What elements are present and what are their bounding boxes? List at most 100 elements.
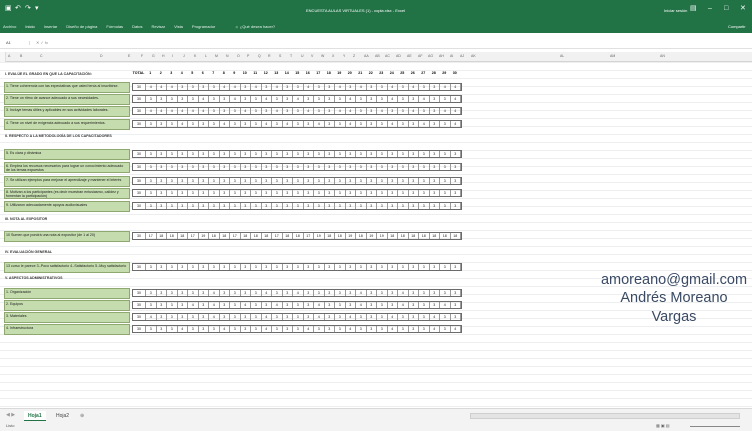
response-cell[interactable]: 3 — [188, 151, 199, 157]
response-cell[interactable]: 3 — [440, 178, 451, 184]
response-cell[interactable]: 3 — [388, 151, 398, 157]
response-cell[interactable]: 3 — [314, 203, 325, 209]
response-cell[interactable]: 3 — [283, 290, 293, 296]
row-total[interactable]: 30 — [133, 264, 146, 270]
response-cell[interactable]: 4 — [346, 121, 356, 127]
response-cell[interactable]: 3 — [451, 314, 461, 320]
response-cell[interactable]: 3 — [146, 121, 157, 127]
response-cell[interactable]: 3 — [293, 203, 304, 209]
ribbon-tab-2[interactable]: Insertar — [44, 25, 58, 29]
response-cell[interactable]: 18 — [157, 233, 167, 239]
response-cell[interactable]: 3 — [388, 178, 398, 184]
response-cell[interactable]: 3 — [230, 314, 241, 320]
response-cell[interactable]: 3 — [409, 264, 419, 270]
response-cell[interactable]: 3 — [388, 108, 398, 114]
response-cell[interactable]: 3 — [293, 190, 304, 196]
response-cell[interactable]: 3 — [262, 108, 272, 114]
response-cell[interactable]: 3 — [199, 314, 209, 320]
response-cell[interactable]: 3 — [283, 190, 293, 196]
response-cell[interactable]: 3 — [451, 164, 461, 170]
response-cell[interactable]: 4 — [430, 314, 440, 320]
column-header[interactable]: Z — [353, 54, 355, 59]
response-cell[interactable]: 3 — [367, 264, 377, 270]
row-total[interactable]: 30 — [133, 290, 146, 296]
response-cell[interactable]: 17 — [304, 233, 314, 239]
response-cell[interactable]: 3 — [188, 178, 199, 184]
response-cell[interactable]: 3 — [325, 151, 335, 157]
row-total[interactable]: 30 — [133, 190, 146, 196]
response-cell[interactable]: 3 — [241, 164, 251, 170]
response-cell[interactable]: 3 — [146, 178, 157, 184]
response-cell[interactable]: 3 — [304, 264, 314, 270]
response-cell[interactable]: 3 — [199, 178, 209, 184]
response-cell[interactable]: 3 — [314, 151, 325, 157]
response-cell[interactable]: 3 — [409, 290, 419, 296]
response-cell[interactable]: 3 — [220, 264, 230, 270]
response-cell[interactable]: 3 — [272, 290, 283, 296]
response-cell[interactable]: 3 — [346, 164, 356, 170]
response-cell[interactable]: 4 — [209, 314, 220, 320]
response-cell[interactable]: 3 — [430, 151, 440, 157]
response-cell[interactable]: 3 — [409, 121, 419, 127]
response-cell[interactable]: 4 — [241, 302, 251, 308]
response-cell[interactable]: 3 — [199, 164, 209, 170]
response-cell[interactable]: 3 — [388, 302, 398, 308]
response-cell[interactable]: 3 — [188, 84, 199, 90]
column-header[interactable]: K — [194, 54, 196, 59]
response-cell[interactable]: 3 — [377, 151, 388, 157]
response-cell[interactable]: 3 — [146, 164, 157, 170]
response-cell[interactable]: 3 — [251, 203, 262, 209]
response-cell[interactable]: 3 — [251, 121, 262, 127]
response-cell[interactable]: 3 — [314, 164, 325, 170]
response-cell[interactable]: 18 — [293, 233, 304, 239]
response-cell[interactable]: 4 — [451, 96, 461, 102]
response-cell[interactable]: 3 — [178, 203, 188, 209]
response-cell[interactable]: 3 — [398, 326, 409, 332]
undo-icon[interactable]: ↶ — [15, 5, 21, 12]
response-cell[interactable]: 18 — [398, 233, 409, 239]
response-cell[interactable]: 3 — [220, 302, 230, 308]
response-cell[interactable]: 3 — [251, 290, 262, 296]
column-header[interactable]: AL — [560, 54, 564, 59]
column-header[interactable]: A — [8, 54, 10, 59]
response-cell[interactable]: 3 — [367, 290, 377, 296]
response-cell[interactable]: 3 — [419, 290, 430, 296]
row-total[interactable]: 30 — [133, 326, 146, 332]
response-cell[interactable]: 3 — [146, 203, 157, 209]
response-cell[interactable]: 3 — [430, 203, 440, 209]
column-header[interactable]: AB — [375, 54, 380, 59]
response-cell[interactable]: 3 — [157, 314, 167, 320]
column-header[interactable]: W — [321, 54, 324, 59]
response-cell[interactable]: 3 — [367, 96, 377, 102]
formula-buttons[interactable]: ✕ ✓ fx — [36, 41, 48, 45]
response-cell[interactable]: 3 — [304, 290, 314, 296]
row-total[interactable]: 30 — [133, 96, 146, 102]
response-cell[interactable]: 3 — [409, 203, 419, 209]
response-cell[interactable]: 3 — [230, 178, 241, 184]
response-cell[interactable]: 3 — [209, 96, 220, 102]
ribbon-tab-6[interactable]: Revisar — [152, 25, 166, 29]
response-cell[interactable]: 3 — [146, 302, 157, 308]
ribbon-tab-1[interactable]: Inicio — [25, 25, 34, 29]
response-cell[interactable]: 3 — [314, 264, 325, 270]
response-cell[interactable]: 3 — [272, 164, 283, 170]
response-cell[interactable]: 3 — [157, 121, 167, 127]
response-cell[interactable]: 3 — [440, 164, 451, 170]
response-cell[interactable]: 4 — [262, 121, 272, 127]
response-cell[interactable]: 3 — [167, 96, 178, 102]
response-cell[interactable]: 3 — [178, 151, 188, 157]
response-cell[interactable]: 18 — [251, 233, 262, 239]
response-cell[interactable]: 3 — [272, 121, 283, 127]
response-cell[interactable]: 3 — [251, 264, 262, 270]
response-cell[interactable]: 3 — [167, 264, 178, 270]
response-cell[interactable]: 3 — [167, 121, 178, 127]
response-cell[interactable]: 3 — [451, 151, 461, 157]
response-cell[interactable]: 4 — [167, 108, 178, 114]
response-cell[interactable]: 3 — [304, 190, 314, 196]
response-cell[interactable]: 3 — [430, 178, 440, 184]
column-header[interactable]: B — [20, 54, 22, 59]
response-cell[interactable]: 3 — [230, 290, 241, 296]
response-cell[interactable]: 3 — [178, 178, 188, 184]
response-cell[interactable]: 3 — [451, 190, 461, 196]
response-cell[interactable]: 3 — [335, 314, 346, 320]
